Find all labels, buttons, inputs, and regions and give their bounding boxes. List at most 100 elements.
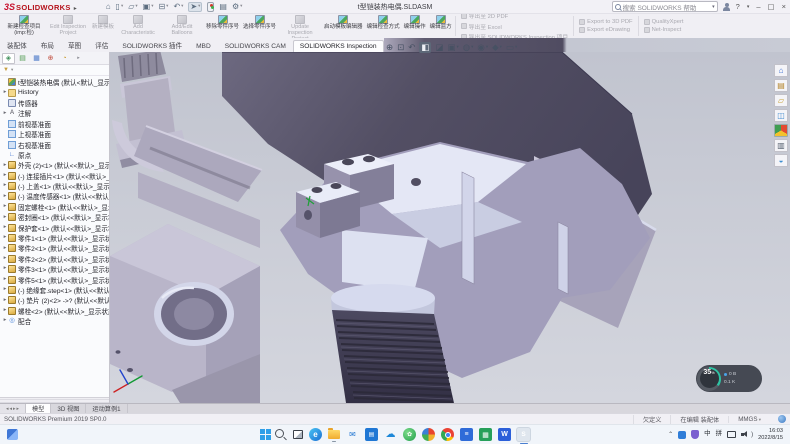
ime-mode-indicator[interactable]: 拼 (716, 431, 723, 438)
tree-item[interactable]: 前视基准面 (0, 119, 109, 129)
status-cell[interactable]: 在编辑 装配体 (670, 415, 728, 424)
open-icon[interactable]: ▱ (128, 3, 137, 11)
performance-widget[interactable]: 35% 0 B 0.1 K (696, 365, 762, 392)
tray-overflow-icon[interactable]: ⌃ (668, 432, 673, 438)
ribbon-button[interactable]: Add Characteristic (116, 14, 160, 38)
ribbon-button[interactable]: Edit Inspection Project (46, 14, 90, 38)
select-icon[interactable]: ➤ (188, 2, 202, 12)
tree-item[interactable]: (-) 垫片 (2)<2> ->? (默认<<默认> (0, 295, 109, 305)
save-icon[interactable]: ▣ (143, 3, 154, 11)
ribbon-tab[interactable]: 布局 (34, 37, 61, 52)
view-orientation-icon[interactable]: ▣ (447, 43, 458, 52)
tree-item[interactable]: (-) 绝缘套.step<1> (默认<<默认> (0, 285, 109, 295)
ribbon-button[interactable]: 编辑操作 (402, 14, 428, 38)
display-style-icon[interactable]: ◍ (463, 43, 474, 52)
displaymanager-tab-icon[interactable]: ◔ (58, 53, 71, 64)
chrome-icon[interactable] (441, 428, 454, 441)
section-view-icon[interactable]: ◧ (419, 42, 431, 53)
document-tab[interactable]: 3D 视图 (51, 404, 86, 413)
export-menu-item[interactable]: 导出至 Excel (461, 22, 569, 31)
document-tab[interactable]: 运动算例1 (86, 404, 127, 413)
search-button[interactable] (274, 428, 287, 441)
edit-appearance-icon[interactable]: ◪ (435, 43, 443, 52)
view-palette-icon[interactable]: ◫ (774, 109, 788, 122)
tree-item[interactable]: 右视基准面 (0, 139, 109, 149)
tree-item[interactable]: 注解 (0, 108, 109, 118)
featuremanager-tab-icon[interactable]: ◈ (2, 53, 15, 64)
ribbon-button[interactable]: 编辑检查方式 (365, 14, 402, 38)
propertymanager-tab-icon[interactable]: ▤ (16, 53, 29, 64)
network-monitor-icon[interactable] (727, 431, 736, 438)
configurationmanager-tab-icon[interactable]: ▦ (30, 53, 43, 64)
ribbon-button[interactable]: 编辑监方 (428, 14, 454, 38)
task-view-button[interactable] (293, 430, 303, 439)
appearances-icon[interactable]: ● (774, 124, 788, 137)
close-button[interactable]: × (782, 2, 786, 11)
wechat-icon[interactable]: ✿ (403, 428, 416, 441)
tree-item[interactable]: (-) 温度传感器<1> (默认<<默认>_ (0, 191, 109, 201)
export-menu-item[interactable]: 导出至 2D PDF (461, 14, 569, 20)
ribbon-button[interactable]: Add/Edit Balloons (160, 14, 204, 38)
graphics-viewport[interactable]: ⌂ ▤ ▱ ◫ ● ▥ ◒ 35% 0 B 0.1 K (110, 52, 790, 403)
file-explorer-icon[interactable] (328, 430, 340, 439)
custom-properties-icon[interactable]: ▥ (774, 139, 788, 152)
forum-icon[interactable]: ◒ (774, 154, 788, 167)
document-tab[interactable]: 模型 (26, 404, 51, 413)
tab-overflow-icon[interactable]: ▸ (72, 53, 85, 64)
tree-item[interactable]: 固定螺栓<1> (默认<<默认>_显示 (0, 202, 109, 212)
doc-nav-arrow-icon[interactable]: ◂ (6, 406, 9, 412)
new-document-icon[interactable]: ▯ (116, 3, 124, 11)
ribbon-button[interactable]: 新建检查项目 (imp:检) (2, 14, 46, 38)
tree-item[interactable]: 零件5<1> (默认<<默认>_显示状态 (0, 274, 109, 284)
tree-item[interactable]: 外壳 (2)<1> (默认<<默认>_显示状 (0, 160, 109, 170)
ribbon-button[interactable]: 启动模板编辑器 (322, 14, 365, 38)
tree-item[interactable]: 零件1<1> (默认<<默认>_显示状态 (0, 233, 109, 243)
undo-icon[interactable]: ↶ (173, 3, 183, 11)
status-cell[interactable]: 欠定义 (633, 415, 671, 424)
apply-scene-icon[interactable]: ◆ (492, 43, 502, 52)
ribbon-button[interactable]: Update Inspection Project (278, 14, 322, 38)
hide-show-items-icon[interactable]: ◉ (477, 43, 488, 52)
ribbon-tab[interactable]: SOLIDWORKS CAM (218, 40, 293, 52)
tree-item[interactable]: 传感器 (0, 98, 109, 108)
rebuild-icon[interactable] (207, 2, 214, 12)
ribbon-button[interactable]: 新建模板 (90, 14, 116, 38)
tree-item[interactable]: 螺栓<2> (默认<<默认>_显示状态 (0, 306, 109, 316)
tree-item[interactable]: 零件2<2> (默认<<默认>_显示状态 (0, 254, 109, 264)
ribbon-button[interactable]: 移除零件序号 (204, 14, 241, 38)
zoom-fit-icon[interactable]: ⊕ (386, 43, 393, 52)
ribbon-tab[interactable]: 装配体 (0, 37, 34, 52)
word-icon[interactable]: W (498, 428, 511, 441)
ribbon-button[interactable]: 选择零件序号 (241, 14, 278, 38)
edge-icon[interactable]: e (309, 428, 322, 441)
tree-item[interactable]: (-) 上盖<1> (默认<<默认>_显示状 (0, 181, 109, 191)
tree-item[interactable]: 上视基准面 (0, 129, 109, 139)
spreadsheet-icon[interactable]: ▦ (479, 428, 492, 441)
ime-language-indicator[interactable]: 中 (704, 431, 711, 438)
home-icon[interactable]: ⌂ (106, 3, 111, 11)
doc-nav-arrow-icon[interactable]: ▸ (17, 406, 20, 412)
filter-dropdown-icon[interactable]: ▾ (11, 67, 13, 73)
doc-nav-arrow-icon[interactable]: ◂ (9, 406, 12, 412)
onedrive-icon[interactable]: ☁ (384, 428, 397, 441)
units-globe-icon[interactable] (778, 415, 786, 423)
minimize-button[interactable]: – (756, 2, 760, 11)
help-search-input[interactable]: 搜索 SOLIDWORKS 帮助 ▾ (612, 1, 718, 12)
export-menu-item[interactable]: QualityXpert (644, 19, 684, 25)
dictionary-icon[interactable]: ≡ (460, 428, 473, 441)
restore-button[interactable]: ▢ (768, 2, 775, 11)
tree-item[interactable]: t型铠装热电偶 (默认<默认_显示状态-1 (0, 77, 109, 87)
solidworks-icon[interactable]: S (517, 428, 530, 441)
resources-icon[interactable]: ⌂ (774, 64, 788, 77)
tree-item[interactable]: History (0, 87, 109, 97)
options-icon[interactable]: ⚙ (232, 3, 242, 11)
print-icon[interactable]: ⊟ (158, 3, 168, 11)
photos-icon[interactable] (422, 428, 435, 441)
mail-icon[interactable]: ✉ (346, 428, 359, 441)
tree-item[interactable]: 零件2<1> (默认<<默认>_显示状态 (0, 243, 109, 253)
start-button[interactable] (260, 429, 265, 434)
help-button[interactable]: ? (736, 2, 740, 11)
design-library-icon[interactable]: ▤ (774, 79, 788, 92)
file-explorer-icon[interactable]: ▱ (774, 94, 788, 107)
status-cell[interactable]: MMGS (728, 416, 770, 423)
